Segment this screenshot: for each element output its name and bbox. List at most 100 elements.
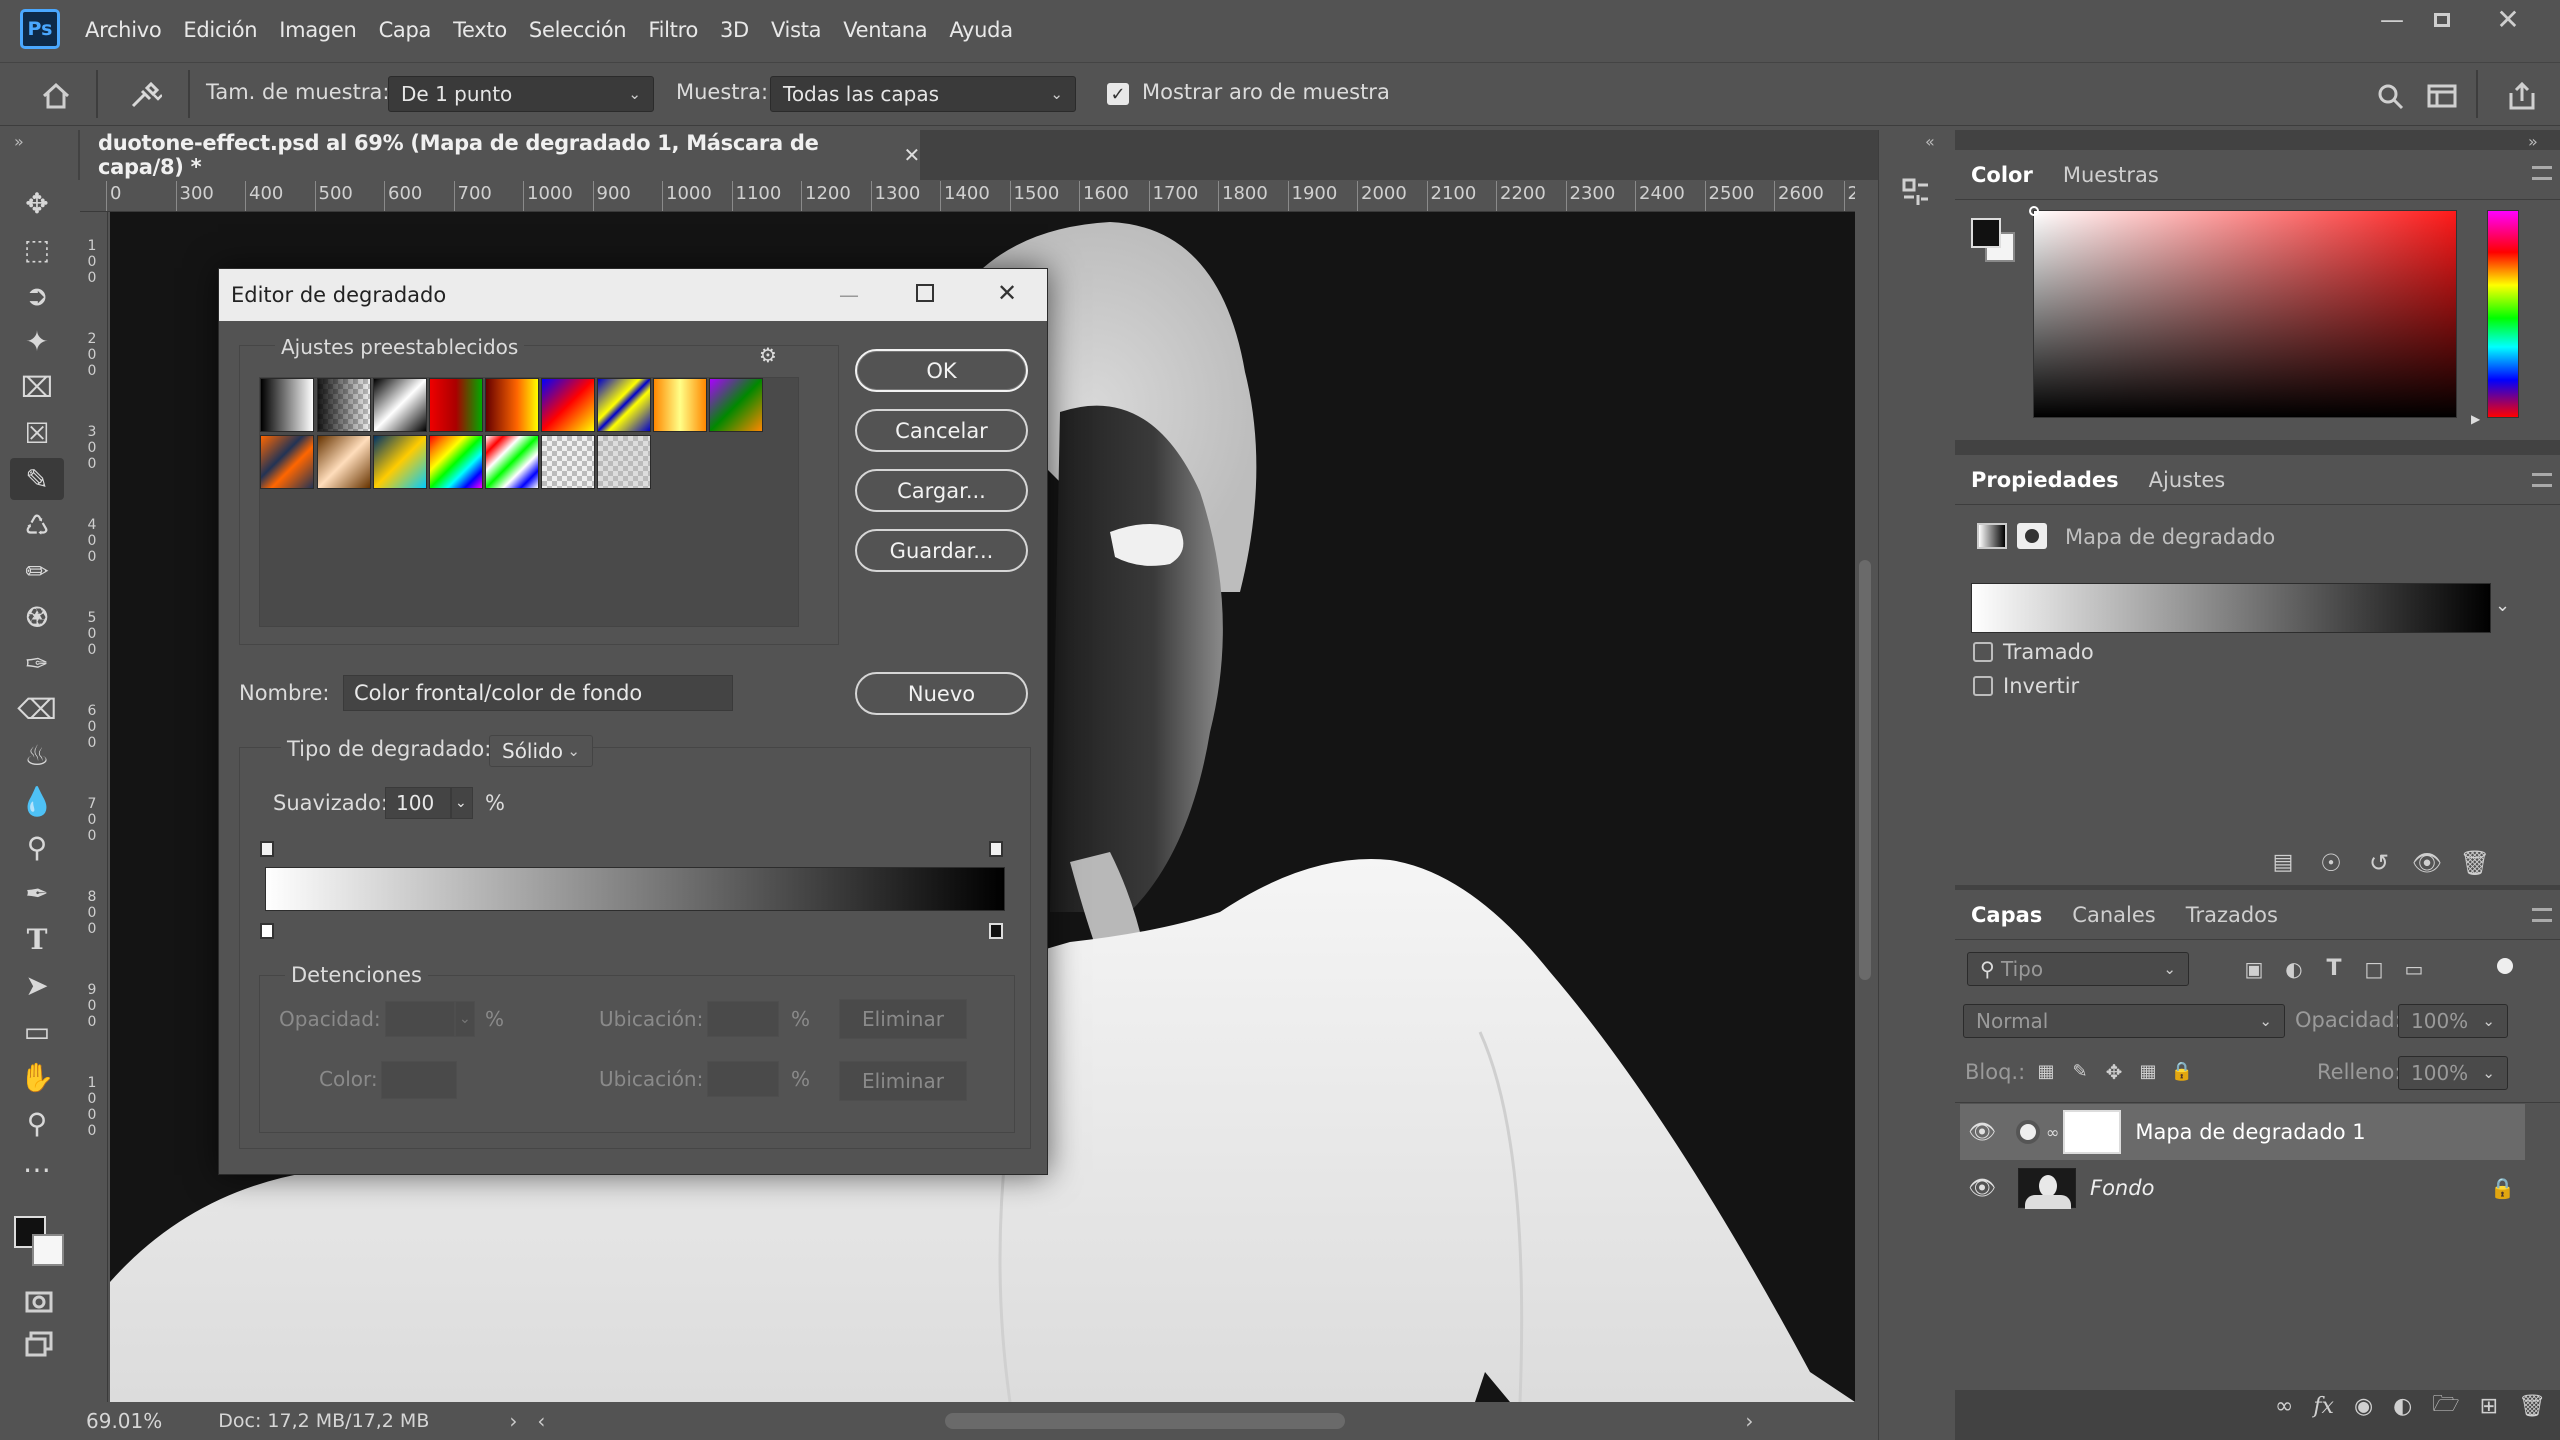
link-icon[interactable]: ∞	[2046, 1123, 2059, 1142]
vertical-scrollbar[interactable]	[1855, 180, 1875, 1402]
lock-transparent-icon[interactable]: ▦	[2031, 1058, 2061, 1086]
preset-swatch[interactable]	[485, 378, 539, 432]
collapse-dock-icon[interactable]: «	[1925, 132, 1935, 151]
link-layers-icon[interactable]: ∞	[2275, 1394, 2293, 1419]
healing-brush-tool-icon[interactable]: ♺	[10, 504, 64, 546]
delete-color-stop-button[interactable]: Eliminar	[839, 1061, 967, 1101]
panel-menu-icon[interactable]	[2532, 908, 2552, 922]
frame-tool-icon[interactable]: ☒	[10, 412, 64, 454]
expand-panels-icon[interactable]: »	[2528, 132, 2538, 151]
opacity-location-field[interactable]	[707, 1001, 779, 1037]
tab-properties[interactable]: Propiedades	[1971, 468, 2119, 492]
visibility-icon[interactable]: 👁	[2407, 847, 2447, 879]
tab-paths[interactable]: Trazados	[2186, 903, 2278, 927]
stop-color-swatch[interactable]	[381, 1061, 457, 1099]
opacity-field[interactable]: 100% ⌄	[2398, 1004, 2508, 1038]
marquee-tool-icon[interactable]: ⬚	[10, 228, 64, 270]
preset-swatch[interactable]	[653, 378, 707, 432]
status-menu-arrow-icon[interactable]: ›	[509, 1409, 517, 1433]
brush-tool-icon[interactable]: ✏	[10, 550, 64, 592]
delete-layer-icon[interactable]: 🗑	[2518, 1394, 2546, 1419]
new-layer-icon[interactable]: ⊞	[2480, 1394, 2498, 1419]
menu-item[interactable]: Ayuda	[949, 18, 1013, 42]
type-tool-icon[interactable]: T	[10, 918, 64, 960]
pen-tool-icon[interactable]: ✒	[10, 872, 64, 914]
document-tab[interactable]: duotone-effect.psd al 69% (Mapa de degra…	[80, 130, 920, 180]
mask-icon[interactable]	[2017, 523, 2047, 549]
search-icon[interactable]	[2370, 78, 2410, 114]
layer-row[interactable]: 👁 Fondo 🔒	[1960, 1160, 2525, 1216]
tab-swatches[interactable]: Muestras	[2063, 163, 2159, 187]
sample-size-dropdown[interactable]: De 1 punto ⌄	[388, 76, 654, 112]
eye-icon[interactable]: 👁	[1968, 1120, 1996, 1145]
gradient-type-dropdown[interactable]: Sólido ⌄	[489, 735, 593, 767]
maximize-icon[interactable]	[2412, 0, 2472, 40]
preset-swatch[interactable]	[317, 435, 371, 489]
eraser-tool-icon[interactable]: ⌫	[10, 688, 64, 730]
move-tool-icon[interactable]: ✥	[10, 182, 64, 224]
color-stop-left[interactable]	[260, 923, 274, 939]
tab-color[interactable]: Color	[1971, 163, 2033, 187]
fill-field[interactable]: 100% ⌄	[2398, 1056, 2508, 1090]
invert-checkbox[interactable]	[1973, 676, 1993, 696]
show-ring-checkbox[interactable]: ✓	[1107, 83, 1129, 105]
blur-tool-icon[interactable]: 💧	[10, 780, 64, 822]
scroll-left-icon[interactable]: ‹	[537, 1409, 545, 1433]
menu-item[interactable]: Imagen	[279, 18, 357, 42]
color-stop-right[interactable]	[989, 923, 1003, 939]
menu-item[interactable]: Texto	[453, 18, 507, 42]
lasso-tool-icon[interactable]: ➲	[10, 274, 64, 316]
layer-filter-dropdown[interactable]: ⚲ Tipo ⌄	[1967, 952, 2189, 986]
preset-swatch[interactable]	[541, 435, 595, 489]
layer-name[interactable]: Fondo	[2090, 1176, 2154, 1200]
filter-shape-icon[interactable]: □	[2357, 954, 2391, 984]
preset-swatch[interactable]	[373, 378, 427, 432]
smoothness-dropdown-icon[interactable]: ⌄	[451, 787, 473, 819]
color-picker-marker[interactable]	[2029, 206, 2039, 216]
filter-pixel-icon[interactable]: ▣	[2237, 954, 2271, 984]
filter-toggle-icon[interactable]	[2497, 958, 2513, 974]
reset-icon[interactable]: ↺	[2359, 847, 2399, 879]
preset-swatch[interactable]	[541, 378, 595, 432]
expand-toolbar-icon[interactable]: »	[14, 132, 24, 151]
workspace-icon[interactable]	[2420, 78, 2464, 114]
dialog-title-bar[interactable]: Editor de degradado — ✕	[219, 269, 1047, 321]
path-selection-tool-icon[interactable]: ➤	[10, 964, 64, 1006]
gradient-map-icon[interactable]	[1977, 523, 2007, 549]
save-button[interactable]: Guardar...	[855, 529, 1028, 572]
tab-layers[interactable]: Capas	[1971, 903, 2042, 927]
shape-tool-icon[interactable]: ▭	[10, 1010, 64, 1052]
preset-swatch[interactable]	[260, 378, 314, 432]
clone-stamp-tool-icon[interactable]: ♼	[10, 596, 64, 638]
screen-mode-icon[interactable]	[14, 1326, 64, 1362]
color-location-field[interactable]	[707, 1061, 779, 1097]
close-window-icon[interactable]: ✕	[2478, 0, 2538, 40]
eyedropper-tool-preset-icon[interactable]	[110, 76, 180, 116]
layer-row[interactable]: 👁 ∞ Mapa de degradado 1	[1960, 1104, 2525, 1160]
add-mask-icon[interactable]: ◉	[2354, 1394, 2373, 1419]
lock-image-icon[interactable]: ✎	[2065, 1058, 2095, 1086]
zoom-level[interactable]: 69.01%	[86, 1409, 162, 1433]
load-button[interactable]: Cargar...	[855, 469, 1028, 512]
delete-adjustment-icon[interactable]: 🗑	[2455, 847, 2495, 879]
hue-slider-handle-icon[interactable]: ▶	[2471, 412, 2480, 426]
gradient-dropdown-arrow-icon[interactable]: ⌄	[2495, 595, 2510, 616]
cancel-button[interactable]: Cancelar	[855, 409, 1028, 452]
name-field[interactable]: Color frontal/color de fondo	[343, 675, 733, 711]
tab-adjustments[interactable]: Ajustes	[2149, 468, 2226, 492]
share-icon[interactable]	[2500, 76, 2544, 116]
smoothness-field[interactable]: 100	[385, 787, 451, 819]
fg-color-chip[interactable]	[1971, 218, 2001, 248]
view-previous-state-icon[interactable]: ☉	[2311, 847, 2351, 879]
quick-mask-icon[interactable]	[14, 1284, 64, 1320]
menu-item[interactable]: Vista	[771, 18, 822, 42]
ok-button[interactable]: OK	[855, 349, 1028, 392]
gradient-bar[interactable]	[265, 867, 1005, 911]
menu-item[interactable]: 3D	[720, 18, 749, 42]
menu-item[interactable]: Archivo	[85, 18, 162, 42]
menu-item[interactable]: Ventana	[843, 18, 927, 42]
scrollbar-thumb[interactable]	[1859, 560, 1871, 980]
stop-opacity-field[interactable]	[385, 1001, 455, 1037]
preset-swatch[interactable]	[317, 378, 371, 432]
lock-all-icon[interactable]: 🔒	[2167, 1058, 2197, 1086]
